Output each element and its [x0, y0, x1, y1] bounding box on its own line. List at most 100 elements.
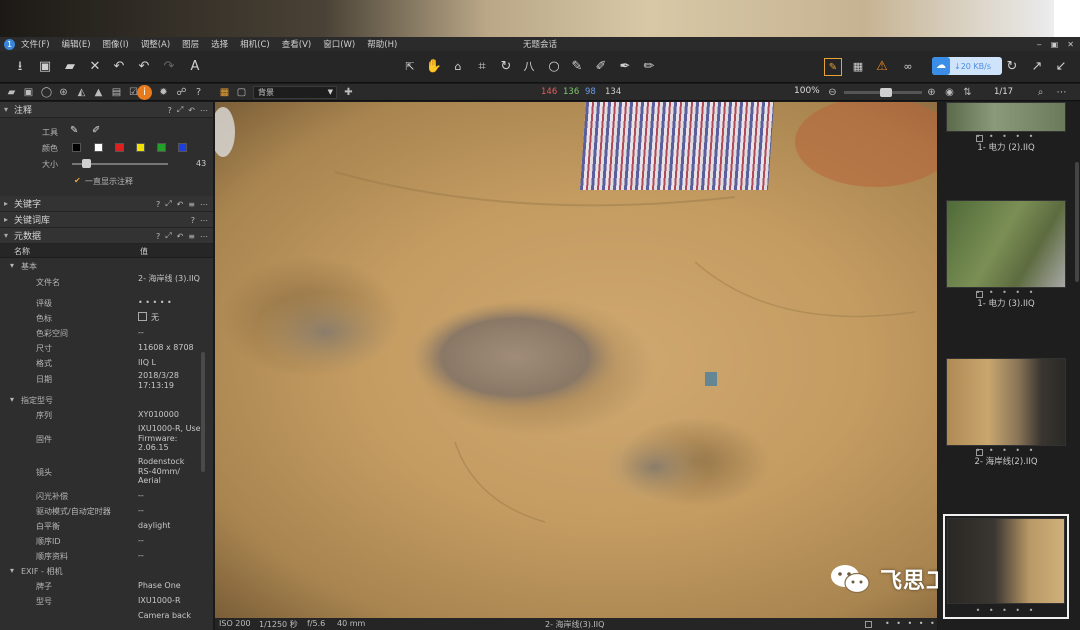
status-rating-stars[interactable]: • • • • • — [885, 619, 937, 628]
rating-stars[interactable]: • • • • • — [138, 298, 172, 308]
color-swatch-yellow[interactable] — [136, 143, 145, 152]
undo-icon[interactable]: ↶ — [135, 58, 153, 76]
delete-icon[interactable]: ✕ — [86, 58, 104, 76]
panel-scrollbar[interactable] — [201, 352, 205, 472]
help-icon[interactable]: ? — [156, 232, 160, 241]
app-icon[interactable]: 1 — [4, 38, 15, 50]
help-tab-icon[interactable]: ? — [192, 86, 205, 99]
zoom-in-icon[interactable]: ⊕ — [925, 86, 938, 99]
menu-camera[interactable]: 相机(C) — [240, 38, 270, 50]
picker-icon[interactable]: ✒ — [616, 58, 634, 76]
pen-icon[interactable]: ✎ — [70, 125, 78, 136]
menu-help[interactable]: 帮助(H) — [367, 38, 397, 50]
reset-icon[interactable]: ↶ — [188, 106, 195, 115]
color-tab-icon[interactable]: ⊛ — [57, 86, 70, 99]
import-arrow-icon[interactable]: ↙ — [1052, 58, 1070, 76]
help-icon[interactable]: ? — [191, 216, 195, 225]
add-layer-icon[interactable]: ✚ — [342, 86, 355, 99]
color-tag-box[interactable] — [138, 312, 147, 321]
group-row-model[interactable]: ▾ 指定型号 — [0, 392, 213, 407]
thumbnail-checkbox[interactable] — [976, 135, 983, 142]
folder-icon[interactable]: ▰ — [61, 58, 79, 76]
grid-view-icon[interactable]: ▦ — [218, 86, 231, 99]
pointer-icon[interactable]: ⇱ — [401, 58, 419, 76]
thumbnail-item[interactable]: • • • • • 1- 电力 (3).IIQ — [946, 200, 1066, 309]
single-view-icon[interactable]: ▢ — [235, 86, 248, 99]
group-row-basic[interactable]: ▾ 基本 — [0, 258, 213, 273]
spot-icon[interactable]: ○ — [545, 58, 563, 76]
image-viewer[interactable] — [215, 102, 937, 618]
people-tab-icon[interactable]: ☍ — [175, 86, 188, 99]
color-swatch-red[interactable] — [115, 143, 124, 152]
column-value-header[interactable]: 值 — [140, 246, 148, 257]
text-tool-icon[interactable]: A — [186, 58, 204, 76]
select-checkbox[interactable] — [865, 621, 872, 628]
capture-tab-icon[interactable]: ▣ — [22, 86, 35, 99]
refresh-icon[interactable]: ↻ — [1003, 58, 1021, 76]
metadata-section-header[interactable]: ▾ 元数据 ? ⤢ ↶ ≡ ⋯ — [0, 228, 213, 244]
maximize-icon[interactable]: ▣ — [1051, 40, 1059, 49]
list-icon[interactable]: ≡ — [188, 200, 195, 209]
grid-icon[interactable]: ▦ — [849, 58, 867, 76]
thumbnail-stars[interactable]: • • • • • — [946, 132, 1066, 141]
more-icon[interactable]: ⋯ — [200, 232, 208, 241]
help-icon[interactable]: ? — [168, 106, 172, 115]
column-name-header[interactable]: 名称 — [14, 246, 30, 257]
keyword-library-section-header[interactable]: ▸ 关键词库 ? ⋯ — [0, 212, 213, 228]
camera-icon[interactable]: ▣ — [36, 58, 54, 76]
zoom-slider[interactable] — [844, 88, 922, 97]
edit-mode-icon[interactable]: ✎ — [824, 58, 842, 76]
thumbnail-stars[interactable]: • • • • • — [946, 288, 1066, 297]
adjust-tab-icon[interactable]: ▤ — [110, 86, 123, 99]
exposure-tab-icon[interactable]: ◭ — [75, 86, 88, 99]
zoom-slider-thumb[interactable] — [880, 88, 892, 97]
menu-layer[interactable]: 图层 — [182, 38, 199, 50]
keystone-icon[interactable]: 八 — [520, 58, 538, 76]
thumbnail-item[interactable]: • • • • • 2- 海岸线(2).IIQ — [946, 358, 1066, 467]
thumbnail-checkbox[interactable] — [976, 449, 983, 456]
size-slider-thumb[interactable] — [82, 159, 91, 168]
menu-view[interactable]: 查看(V) — [282, 38, 311, 50]
thumbnail-item[interactable]: • • • • • 1- 电力 (2).IIQ — [946, 102, 1066, 153]
group-row-exif[interactable]: ▾ EXIF - 相机 — [0, 563, 213, 578]
zoom-tool-icon[interactable]: ⌂ — [449, 58, 467, 76]
folder-tab-icon[interactable]: ▰ — [5, 86, 18, 99]
zoom-out-icon[interactable]: ⊖ — [826, 86, 839, 99]
reset-icon[interactable]: ↶ — [177, 232, 184, 241]
metadata-tab-icon[interactable]: i — [137, 85, 152, 100]
pin-icon[interactable]: ⤢ — [165, 231, 171, 241]
close-icon[interactable]: ✕ — [1067, 40, 1074, 49]
annotate-icon[interactable]: ✏ — [640, 58, 658, 76]
color-swatch-blue[interactable] — [178, 143, 187, 152]
settings-tab-icon[interactable]: ✹ — [157, 86, 170, 99]
lens-tab-icon[interactable]: ◯ — [40, 86, 53, 99]
thumbnail-stars[interactable]: • • • • • — [947, 606, 1065, 615]
thumbnail-stars[interactable]: • • • • • — [946, 446, 1066, 455]
annotation-section-header[interactable]: ▾ 注释 ? ⤢ ↶ ⋯ — [0, 102, 213, 118]
keywords-section-header[interactable]: ▸ 关键字 ? ⤢ ↶ ≡ ⋯ — [0, 196, 213, 212]
menu-file[interactable]: 文件(F) — [21, 38, 50, 50]
details-tab-icon[interactable]: ▲ — [92, 86, 105, 99]
color-swatch-black[interactable] — [72, 143, 81, 152]
more-icon[interactable]: ⋯ — [200, 106, 208, 115]
color-swatch-green[interactable] — [157, 143, 166, 152]
layer-select[interactable]: 背景 ▼ — [253, 86, 337, 99]
brush-icon[interactable]: ✎ — [568, 58, 586, 76]
cloud-sync-widget[interactable]: ☁ ↓20 KB/s — [932, 57, 1002, 75]
menu-select[interactable]: 选择 — [211, 38, 228, 50]
menu-image[interactable]: 图像(I) — [103, 38, 129, 50]
eraser-icon[interactable]: ✐ — [592, 58, 610, 76]
reset-icon[interactable]: ↶ — [177, 200, 184, 209]
pin-icon[interactable]: ⤢ — [177, 105, 183, 115]
more-icon[interactable]: ⋯ — [200, 216, 208, 225]
menu-window[interactable]: 窗口(W) — [323, 38, 355, 50]
browser-more-icon[interactable]: ⋯ — [1055, 86, 1068, 99]
pin-icon[interactable]: ⤢ — [165, 199, 171, 209]
checkbox-checked-icon[interactable]: ✔ — [74, 176, 81, 185]
warning-icon[interactable]: ⚠ — [873, 58, 891, 76]
list-icon[interactable]: ≡ — [188, 232, 195, 241]
help-icon[interactable]: ? — [156, 200, 160, 209]
rotate-icon[interactable]: ↻ — [497, 58, 515, 76]
menu-edit[interactable]: 编辑(E) — [62, 38, 91, 50]
more-icon[interactable]: ⋯ — [200, 200, 208, 209]
